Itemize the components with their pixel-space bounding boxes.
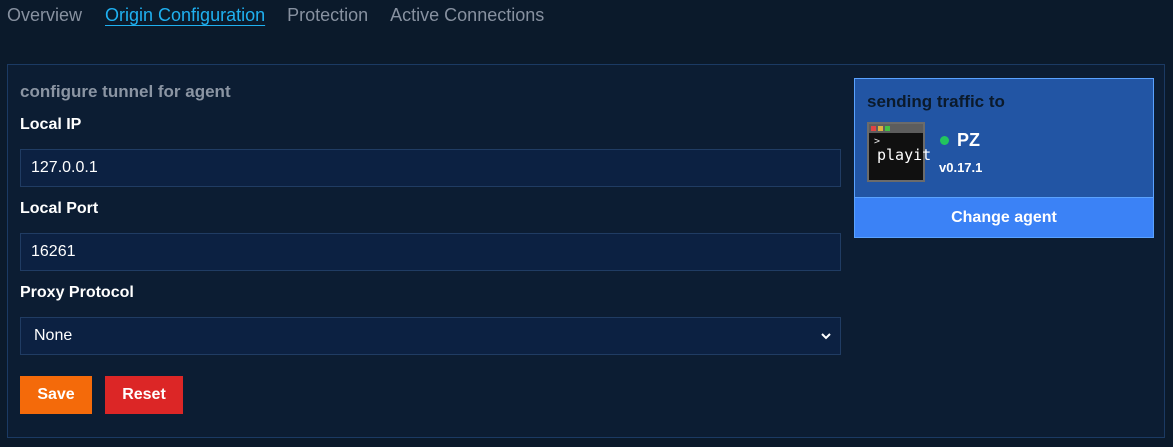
- local-port-input[interactable]: [20, 233, 841, 271]
- section-title: configure tunnel for agent: [20, 82, 231, 101]
- maximize-dot-icon: [885, 126, 890, 131]
- tab-bar: Overview Origin Configuration Protection…: [0, 0, 544, 40]
- status-online-icon: [940, 136, 949, 145]
- playit-wordmark: playit: [877, 146, 932, 164]
- reset-button[interactable]: Reset: [105, 376, 183, 414]
- local-ip-label: Local IP: [20, 116, 82, 133]
- chevron-down-icon: [820, 330, 832, 342]
- agent-card: sending traffic to > playit PZ v0.17.1 C…: [854, 78, 1154, 238]
- save-button[interactable]: Save: [20, 376, 92, 414]
- origin-config-panel: configure tunnel for agent Local IP Loca…: [7, 64, 1165, 438]
- tab-origin-configuration[interactable]: Origin Configuration: [105, 5, 265, 26]
- tab-overview[interactable]: Overview: [7, 5, 82, 26]
- proxy-protocol-label: Proxy Protocol: [20, 284, 134, 301]
- terminal-titlebar: [869, 124, 923, 133]
- playit-logo: > playit: [867, 122, 931, 182]
- close-dot-icon: [871, 126, 876, 131]
- proxy-protocol-value: None: [34, 327, 73, 344]
- tab-protection[interactable]: Protection: [287, 5, 368, 26]
- change-agent-button[interactable]: Change agent: [855, 197, 1153, 237]
- agent-name: PZ: [957, 130, 981, 150]
- minimize-dot-icon: [878, 126, 883, 131]
- local-port-label: Local Port: [20, 200, 99, 217]
- proxy-protocol-select[interactable]: None: [20, 317, 841, 355]
- local-ip-input[interactable]: [20, 149, 841, 187]
- agent-version: v0.17.1: [939, 160, 983, 175]
- agent-card-title: sending traffic to: [867, 92, 1005, 111]
- tab-active-connections[interactable]: Active Connections: [390, 5, 544, 26]
